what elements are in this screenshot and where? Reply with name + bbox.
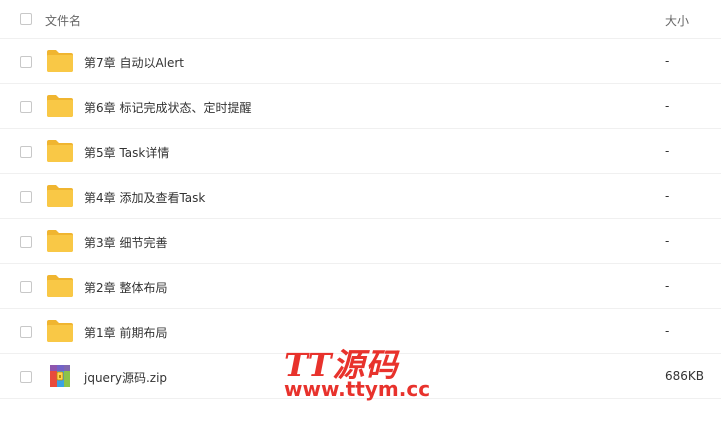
row-checkbox[interactable] (20, 281, 32, 293)
column-header-size[interactable]: 大小 (665, 12, 689, 29)
select-all-checkbox[interactable] (20, 13, 32, 25)
file-size: - (665, 54, 670, 68)
column-header-name[interactable]: 文件名 (45, 12, 81, 29)
file-row[interactable]: 第5章 Task详情 - (0, 129, 721, 174)
file-name[interactable]: 第1章 前期布局 (84, 324, 167, 341)
zip-archive-icon (50, 365, 70, 387)
file-name[interactable]: 第4章 添加及查看Task (84, 189, 205, 206)
row-checkbox[interactable] (20, 101, 32, 113)
row-checkbox[interactable] (20, 56, 32, 68)
file-row[interactable]: 第1章 前期布局 - (0, 309, 721, 354)
file-name[interactable]: 第6章 标记完成状态、定时提醒 (84, 99, 251, 116)
file-size: 686KB (665, 369, 705, 383)
file-name[interactable]: 第2章 整体布局 (84, 279, 167, 296)
row-checkbox[interactable] (20, 371, 32, 383)
folder-icon (47, 50, 73, 72)
folder-icon (47, 320, 73, 342)
file-name[interactable]: 第3章 细节完善 (84, 234, 167, 251)
file-row[interactable]: 第4章 添加及查看Task - (0, 174, 721, 219)
file-name[interactable]: 第7章 自动以Alert (84, 54, 184, 71)
file-row[interactable]: 第3章 细节完善 - (0, 219, 721, 264)
row-checkbox[interactable] (20, 236, 32, 248)
folder-icon (47, 275, 73, 297)
row-checkbox[interactable] (20, 326, 32, 338)
folder-icon (47, 185, 73, 207)
file-size: - (665, 234, 670, 248)
file-row[interactable]: 第6章 标记完成状态、定时提醒 - (0, 84, 721, 129)
file-size: - (665, 144, 670, 158)
file-size: - (665, 279, 670, 293)
file-row[interactable]: 第2章 整体布局 - (0, 264, 721, 309)
file-size: - (665, 99, 670, 113)
file-name[interactable]: 第5章 Task详情 (84, 144, 169, 161)
file-row[interactable]: 第7章 自动以Alert - (0, 39, 721, 84)
file-list: 文件名 大小 第7章 自动以Alert - 第6章 标记完成状态、定时提醒 - … (0, 0, 721, 401)
row-checkbox[interactable] (20, 191, 32, 203)
file-list-header: 文件名 大小 (0, 0, 721, 39)
folder-icon (47, 230, 73, 252)
folder-icon (47, 140, 73, 162)
file-size: - (665, 189, 670, 203)
file-size: - (665, 324, 670, 338)
file-row[interactable]: jquery源码.zip 686KB (0, 354, 721, 399)
file-name[interactable]: jquery源码.zip (84, 369, 167, 386)
folder-icon (47, 95, 73, 117)
row-checkbox[interactable] (20, 146, 32, 158)
